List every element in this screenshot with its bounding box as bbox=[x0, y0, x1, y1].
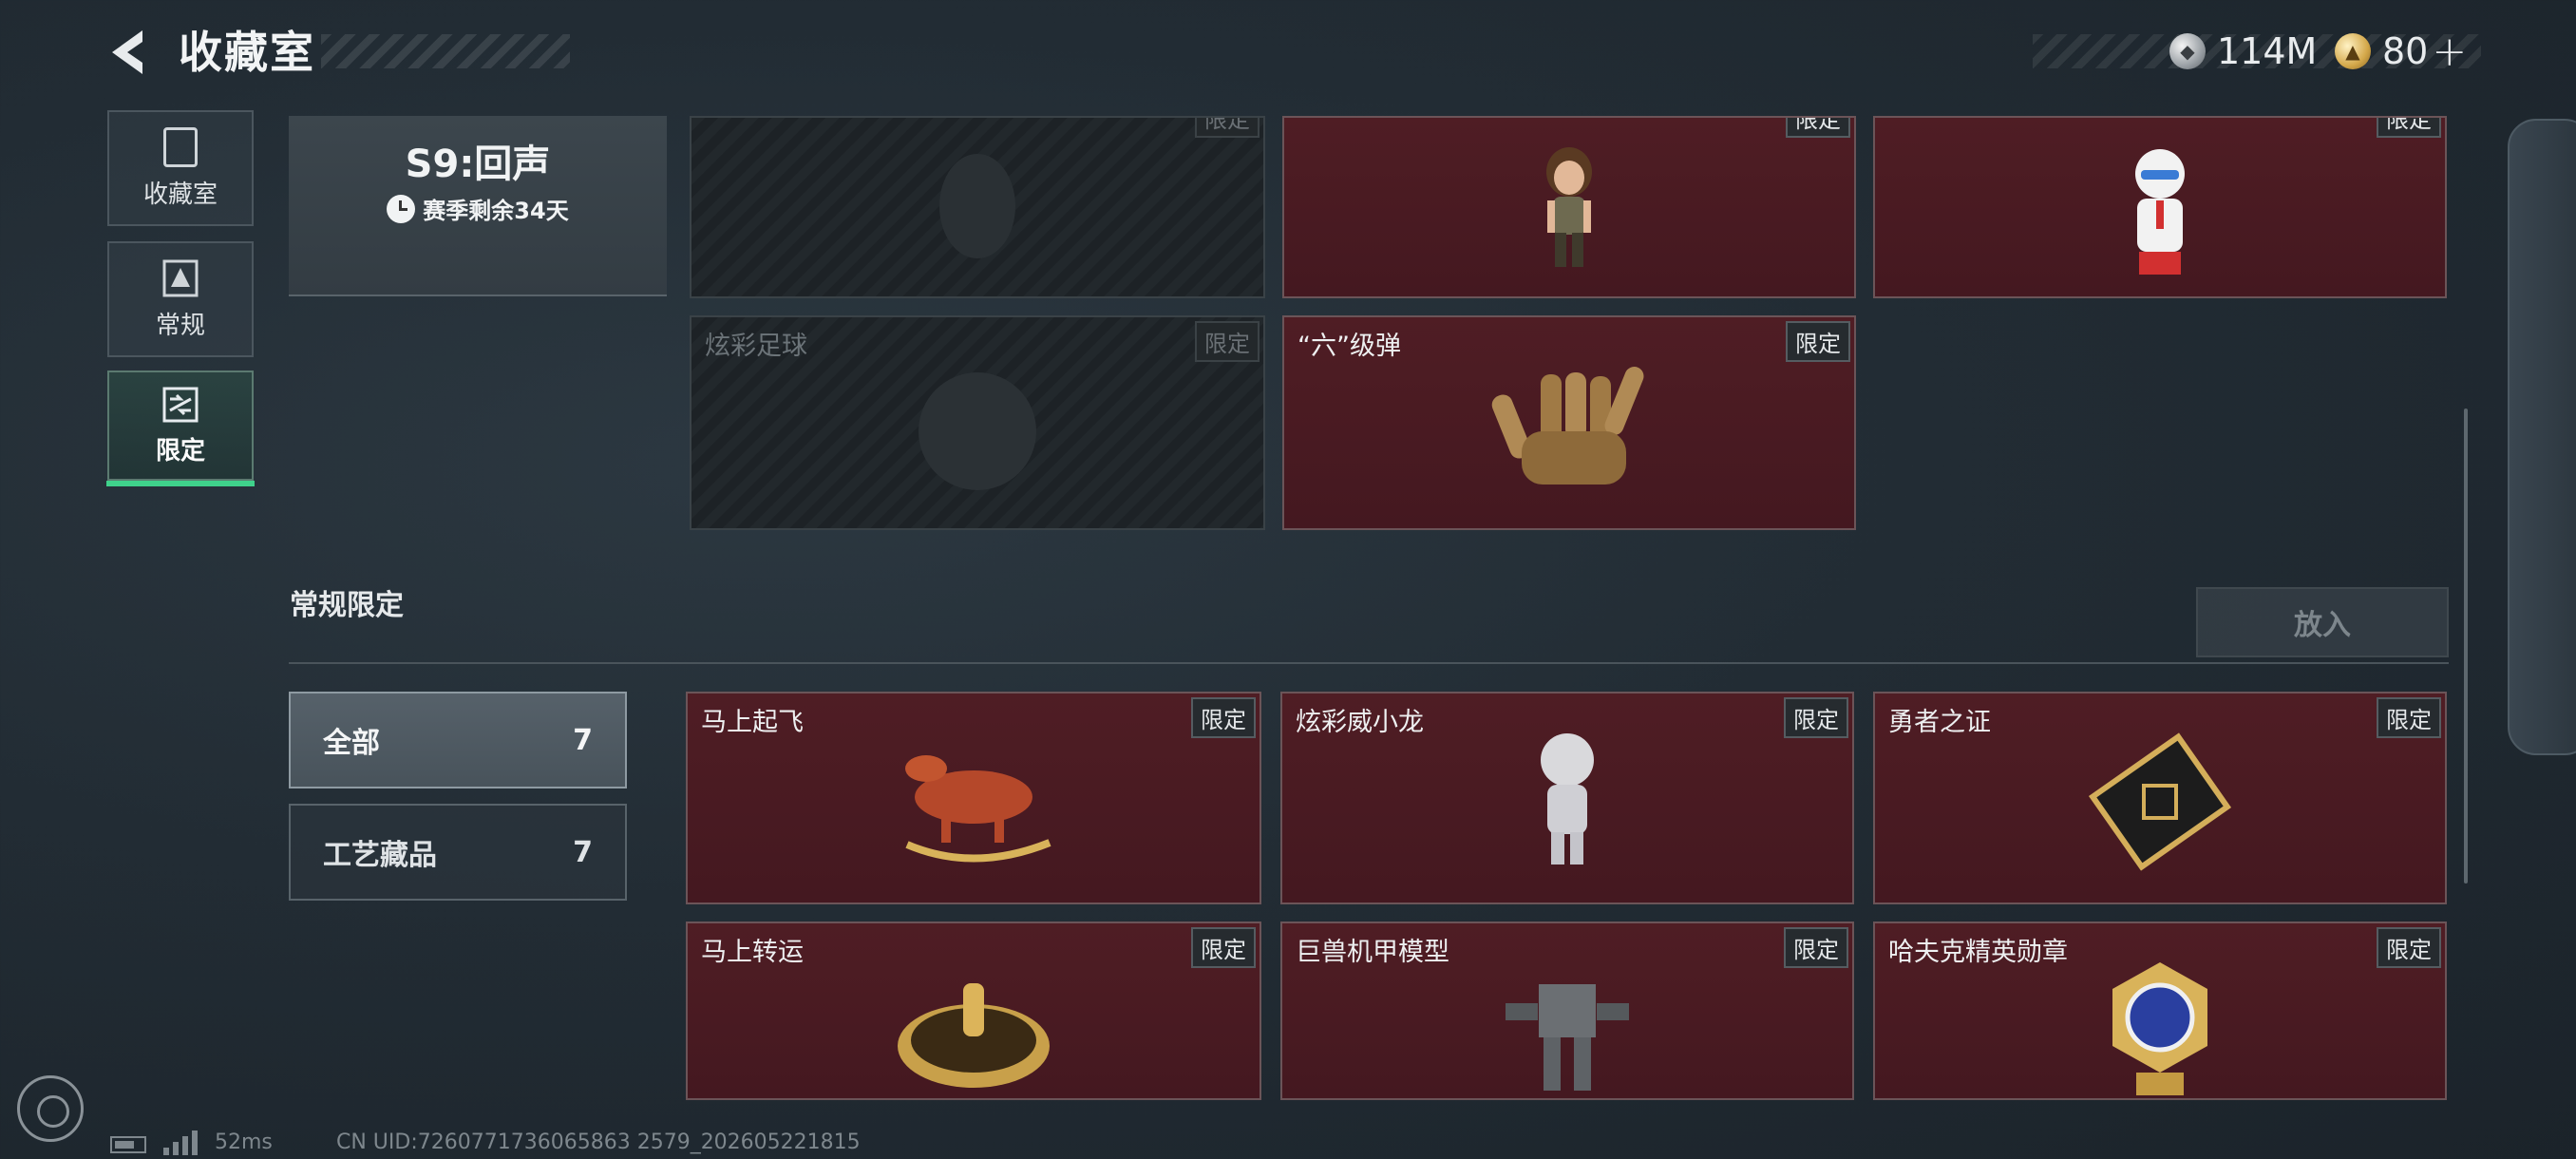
back-arrow-icon[interactable] bbox=[104, 27, 156, 78]
silver-currency[interactable]: ◆ 114M bbox=[2169, 28, 2317, 74]
section-divider bbox=[289, 662, 2449, 664]
active-tab-indicator bbox=[106, 481, 255, 486]
nav-label: 限定 bbox=[155, 436, 205, 466]
item-name: 马上起飞 bbox=[701, 708, 804, 737]
bullet-hand-sculpture-icon bbox=[1491, 367, 1644, 485]
item-name: 炫彩足球 bbox=[705, 332, 807, 361]
filter-label: 工艺藏品 bbox=[323, 839, 437, 872]
limited-icon bbox=[162, 387, 199, 422]
filter-count: 7 bbox=[573, 723, 593, 757]
collection-card[interactable]: 限定 bbox=[1873, 116, 2447, 298]
battery-icon bbox=[110, 1136, 146, 1153]
season-remaining: 赛季剩余34天 bbox=[289, 192, 667, 225]
flying-horse-icon bbox=[905, 755, 1051, 863]
collection-room-icon bbox=[163, 126, 198, 167]
uid-text: CN UID:7260771736065863 2579_20260522181… bbox=[336, 1130, 861, 1154]
item-name: 马上转运 bbox=[701, 938, 804, 967]
dragon-figurine-icon bbox=[1541, 733, 1594, 865]
item-name: 巨兽机甲模型 bbox=[1296, 938, 1449, 967]
silver-coin-icon: ◆ bbox=[2169, 33, 2206, 69]
put-in-button[interactable]: 放入 bbox=[2196, 587, 2449, 657]
page-title: 收藏室 bbox=[179, 27, 315, 78]
collection-card[interactable]: 马上起飞 限定 bbox=[686, 692, 1261, 904]
limited-tag: 限定 bbox=[1784, 927, 1848, 968]
mech-model-icon bbox=[1506, 984, 1629, 1092]
nav-item-regular[interactable]: 常规 bbox=[107, 241, 254, 357]
clock-icon bbox=[387, 194, 416, 223]
signal-icon bbox=[163, 1130, 201, 1155]
silver-currency-value: 114M bbox=[2217, 30, 2318, 72]
limited-tag: 限定 bbox=[1784, 697, 1848, 738]
limited-tag: 限定 bbox=[2377, 697, 2441, 738]
item-name: “六”级弹 bbox=[1297, 332, 1401, 361]
section-title: 常规限定 bbox=[290, 589, 404, 622]
collection-card[interactable]: 哈夫克精英勋章 限定 bbox=[1873, 922, 2447, 1100]
locked-item-silhouette-icon bbox=[939, 153, 1015, 258]
limited-tag: 限定 bbox=[1786, 118, 1850, 138]
limited-tag: 限定 bbox=[1195, 118, 1260, 138]
regular-icon bbox=[162, 259, 199, 296]
item-name: 哈夫克精英勋章 bbox=[1888, 938, 2068, 967]
ping-text: 52ms bbox=[215, 1130, 273, 1154]
season-title: S9:回声 bbox=[405, 142, 551, 186]
nav-item-limited[interactable]: 限定 bbox=[107, 370, 254, 481]
collection-card[interactable]: 巨兽机甲模型 限定 bbox=[1280, 922, 1854, 1100]
scrollbar[interactable] bbox=[2464, 408, 2468, 884]
soccer-ball-silhouette-icon bbox=[919, 372, 1036, 491]
season-remaining-text: 赛季剩余34天 bbox=[423, 198, 569, 224]
limited-tag: 限定 bbox=[2377, 927, 2441, 968]
gold-currency-value: 80 bbox=[2382, 30, 2429, 72]
figurine-colonel-icon bbox=[2135, 148, 2185, 275]
nav-label: 收藏室 bbox=[142, 180, 218, 209]
gold-currency[interactable]: ▲ 80 + bbox=[2335, 28, 2467, 76]
item-name: 炫彩威小龙 bbox=[1296, 708, 1424, 737]
limited-tag: 限定 bbox=[1191, 697, 1256, 738]
limited-tag: 限定 bbox=[1191, 927, 1256, 968]
limited-tag: 限定 bbox=[1195, 321, 1260, 362]
figurine-adventurer-icon bbox=[1546, 146, 1592, 267]
radar-icon bbox=[17, 1075, 84, 1142]
gold-coin-icon: ▲ bbox=[2335, 33, 2371, 69]
item-name: 勇者之证 bbox=[1888, 708, 1991, 737]
filter-count: 7 bbox=[573, 835, 593, 869]
collection-card[interactable]: “六”级弹 限定 bbox=[1282, 315, 1856, 530]
collection-card[interactable]: 勇者之证 限定 bbox=[1873, 692, 2447, 904]
filter-all[interactable]: 全部 7 bbox=[289, 692, 627, 788]
limited-tag: 限定 bbox=[2377, 118, 2441, 138]
filter-craft-collectibles[interactable]: 工艺藏品 7 bbox=[289, 804, 627, 901]
collection-card[interactable]: 炫彩威小龙 限定 bbox=[1280, 692, 1854, 904]
collection-card-locked[interactable]: 炫彩足球 限定 bbox=[690, 315, 1265, 530]
collection-card[interactable]: 马上转运 限定 bbox=[686, 922, 1261, 1100]
side-handle-panel[interactable] bbox=[2508, 119, 2576, 755]
nav-label: 常规 bbox=[155, 311, 205, 340]
collection-card[interactable]: 限定 bbox=[1282, 116, 1856, 298]
filter-label: 全部 bbox=[323, 727, 380, 760]
brave-badge-card-icon bbox=[2088, 732, 2232, 871]
lucky-wheel-icon bbox=[898, 983, 1050, 1089]
collection-card-locked[interactable]: 限定 bbox=[690, 116, 1265, 298]
title-decoration bbox=[321, 34, 570, 68]
limited-tag: 限定 bbox=[1786, 321, 1850, 362]
add-currency-button[interactable]: + bbox=[2432, 28, 2467, 76]
elite-medal-icon bbox=[2112, 962, 2207, 1096]
nav-item-collection-room[interactable]: 收藏室 bbox=[107, 110, 254, 226]
